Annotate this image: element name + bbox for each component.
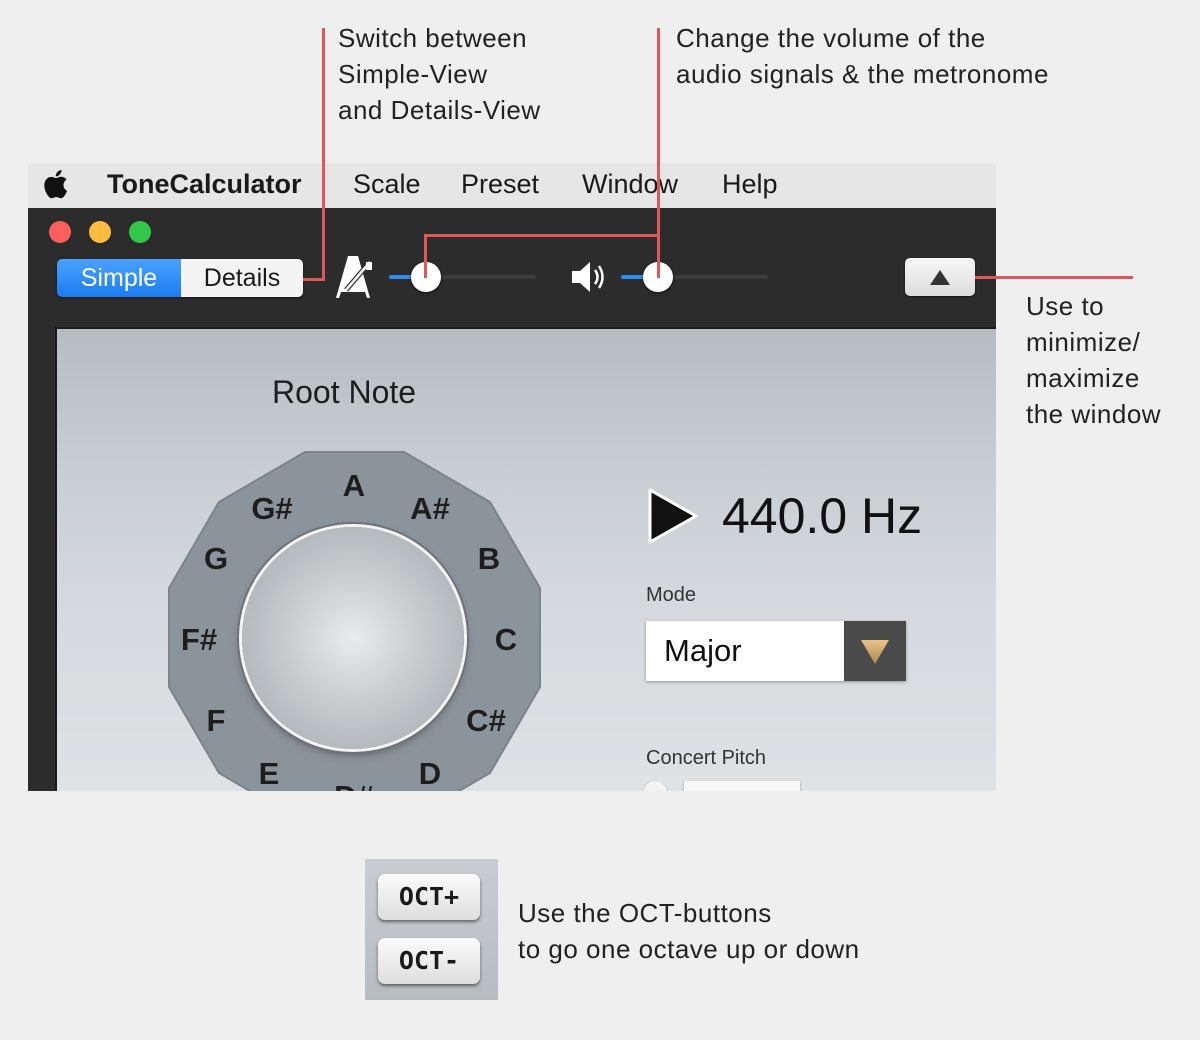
frequency-display: 440.0 Hz	[722, 488, 923, 544]
concert-pitch-field[interactable]	[684, 781, 800, 791]
triangle-down-icon	[861, 640, 889, 664]
annotation-line	[322, 28, 325, 281]
mode-dropdown-button[interactable]	[844, 621, 906, 681]
note-label-f[interactable]: F	[207, 703, 226, 739]
note-label-e[interactable]: E	[259, 756, 280, 791]
view-segmented-control: Simple Details	[57, 259, 303, 297]
triangle-up-icon	[930, 270, 950, 285]
speaker-icon	[572, 262, 604, 292]
mode-label: Mode	[646, 584, 697, 606]
annotation-line	[975, 276, 1133, 279]
close-window-button[interactable]	[49, 221, 71, 243]
note-label-b[interactable]: B	[478, 541, 500, 577]
menu-help[interactable]: Help	[722, 169, 778, 200]
note-label-c[interactable]: C	[495, 622, 517, 658]
root-note-label: Root Note	[272, 374, 417, 410]
note-label-f-sharp[interactable]: F#	[181, 622, 217, 658]
annotation-oct: Use the OCT-buttons to go one octave up …	[518, 898, 860, 964]
note-label-d-sharp[interactable]: D#	[334, 779, 374, 791]
annotation-volume: Change the volume of the audio signals &…	[676, 23, 1049, 89]
mode-select[interactable]: Major	[646, 621, 906, 681]
note-label-c-sharp[interactable]: C#	[466, 703, 506, 739]
collapse-window-button[interactable]	[905, 258, 975, 296]
simple-view-button[interactable]: Simple	[57, 259, 181, 297]
apple-icon[interactable]	[42, 169, 68, 199]
note-label-g-sharp[interactable]: G#	[251, 491, 292, 527]
menu-preset[interactable]: Preset	[461, 169, 539, 200]
note-label-g[interactable]: G	[204, 541, 228, 577]
app-window: Simple Details Root Note A A# B C C# D E…	[28, 208, 996, 791]
metronome-icon	[336, 256, 372, 298]
root-note-knob[interactable]	[242, 527, 464, 749]
annotation-view-switch: Switch between Simple-View and Details-V…	[338, 23, 541, 125]
play-icon[interactable]	[647, 487, 699, 545]
minimize-window-button[interactable]	[89, 221, 111, 243]
menu-window[interactable]: Window	[582, 169, 678, 200]
concert-pitch-stepper[interactable]	[643, 781, 667, 791]
oct-up-button[interactable]: OCT+	[378, 874, 480, 920]
oct-buttons-panel: OCT+ OCT-	[365, 859, 498, 1000]
note-label-a[interactable]: A	[343, 468, 365, 504]
concert-pitch-label: Concert Pitch	[646, 747, 767, 769]
mode-value: Major	[664, 633, 742, 668]
menu-scale[interactable]: Scale	[353, 169, 421, 200]
annotation-line	[424, 234, 427, 278]
note-label-d[interactable]: D	[419, 756, 441, 791]
annotation-minimize: Use to minimize/ maximize the window	[1026, 291, 1162, 429]
menu-app-name[interactable]: ToneCalculator	[107, 169, 302, 200]
details-view-button[interactable]: Details	[181, 259, 303, 297]
annotation-line	[303, 278, 325, 281]
zoom-window-button[interactable]	[129, 221, 151, 243]
menu-bar: ToneCalculator Scale Preset Window Help	[28, 163, 996, 208]
oct-down-button[interactable]: OCT-	[378, 938, 480, 984]
content-panel: Root Note A A# B C C# D D# E F F# G G# 4…	[55, 327, 996, 791]
note-label-a-sharp[interactable]: A#	[410, 491, 450, 527]
annotation-line	[657, 28, 660, 278]
annotation-line	[424, 234, 660, 237]
